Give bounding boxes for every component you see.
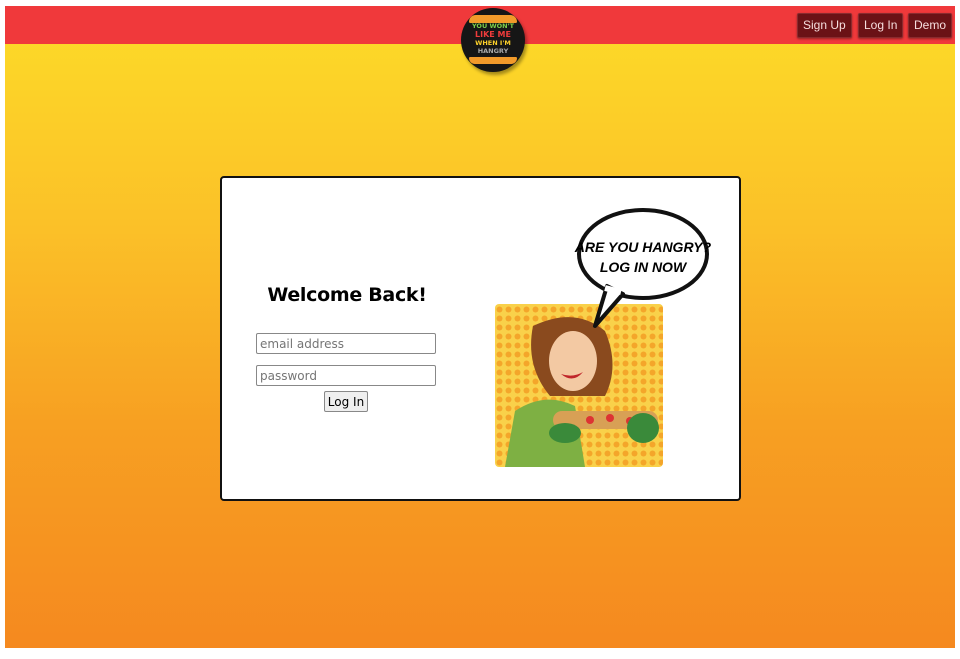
log-in-submit-button[interactable]: Log In (324, 391, 368, 412)
logo-text: YOU WON'T (471, 22, 515, 30)
app: Sign Up Log In Demo YOU WON'T LIKE ME WH… (5, 6, 955, 648)
bubble-text-line2: LOG IN NOW (600, 259, 688, 275)
email-input[interactable] (256, 333, 436, 354)
nav-demo-button[interactable]: Demo (908, 13, 953, 38)
logo-text: LIKE ME (475, 30, 511, 39)
password-input[interactable] (256, 365, 436, 386)
logo[interactable]: YOU WON'T LIKE ME WHEN I'M HANGRY (461, 8, 525, 72)
hangry-woman-illustration: ARE YOU HANGRY? LOG IN NOW (495, 208, 712, 467)
welcome-title: Welcome Back! (267, 284, 427, 306)
logo-text: WHEN I'M (475, 39, 511, 47)
bubble-text-line1: ARE YOU HANGRY? (574, 239, 712, 255)
nav-log-in-button[interactable]: Log In (858, 13, 904, 38)
nav-sign-up-button[interactable]: Sign Up (797, 13, 852, 38)
login-card: Welcome Back! Log In ARE YOU HANGRY? LOG… (220, 176, 741, 501)
logo-text: HANGRY (477, 47, 509, 55)
